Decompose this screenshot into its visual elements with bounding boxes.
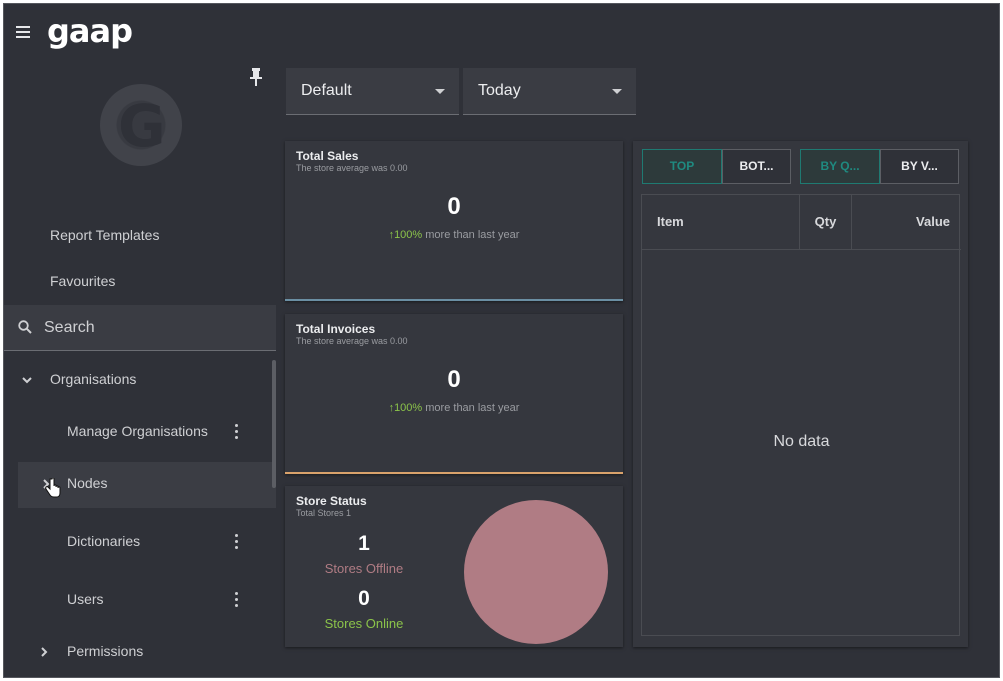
pin-icon[interactable] xyxy=(249,68,263,86)
more-vert-icon[interactable] xyxy=(232,534,240,552)
card-title: Total Invoices xyxy=(296,322,376,336)
by-value-toggle-button[interactable]: BY V... xyxy=(880,149,959,184)
sidebar-item-label: Organisations xyxy=(50,371,137,387)
app-window: gaap G Report Templates Favourites Searc… xyxy=(3,3,1000,678)
profile-select[interactable]: Default xyxy=(286,68,459,115)
total-invoices-value: 0 xyxy=(447,366,461,393)
sidebar-item-favourites[interactable]: Favourites xyxy=(50,273,115,289)
card-accent-line xyxy=(285,472,623,474)
stores-online-count: 0 xyxy=(358,587,370,610)
more-vert-icon[interactable] xyxy=(232,592,240,610)
column-header-item[interactable]: Item xyxy=(657,195,797,250)
dropdown-caret-icon xyxy=(435,89,445,94)
trend-text: more than last year xyxy=(425,229,520,241)
total-sales-value: 0 xyxy=(447,193,461,220)
dropdown-caret-icon xyxy=(612,89,622,94)
sidebar-item-users[interactable]: Users xyxy=(4,578,270,624)
bottom-toggle-button[interactable]: BOT... xyxy=(722,149,791,184)
column-header-qty[interactable]: Qty xyxy=(800,195,851,250)
column-header-value[interactable]: Value xyxy=(852,195,950,250)
stores-online-label: Stores Online xyxy=(324,616,404,631)
trend-percent: 100% xyxy=(394,229,423,241)
trend-percent: 100% xyxy=(394,402,423,414)
sidebar-item-label: Permissions xyxy=(67,643,144,659)
store-status-card: Store Status Total Stores 1 1 Stores Off… xyxy=(285,486,623,647)
stores-offline-label: Stores Offline xyxy=(324,561,404,576)
stores-offline-count: 1 xyxy=(358,532,370,555)
ranking-panel: TOP BOT... BY Q... BY V... Item Qty Valu… xyxy=(633,141,968,647)
period-select[interactable]: Today xyxy=(463,68,636,115)
chevron-down-icon xyxy=(22,377,32,384)
empty-state-text: No data xyxy=(773,433,830,450)
card-subtitle: The store average was 0.00 xyxy=(296,336,408,346)
pie-slice-offline xyxy=(464,500,608,644)
card-accent-line xyxy=(285,299,623,301)
total-sales-card: Total Sales The store average was 0.00 0… xyxy=(285,141,623,301)
sidebar-item-label: Nodes xyxy=(67,475,108,491)
chevron-right-icon xyxy=(41,647,48,657)
organisation-logo: G xyxy=(100,84,182,166)
sidebar-item-manage-organisations[interactable]: Manage Organisations xyxy=(4,410,270,456)
sidebar-item-label: Users xyxy=(67,591,104,607)
trend-indicator: ↑100% more than last year xyxy=(285,402,623,414)
card-title: Total Sales xyxy=(296,149,359,163)
trend-indicator: ↑100% more than last year xyxy=(285,229,623,241)
more-vert-icon[interactable] xyxy=(232,424,240,442)
card-title: Store Status xyxy=(296,494,367,508)
sidebar-item-label: Manage Organisations xyxy=(67,423,208,439)
pointer-cursor-icon xyxy=(45,478,61,498)
menu-icon[interactable] xyxy=(16,26,30,38)
period-select-value: Today xyxy=(478,82,521,99)
search-input[interactable]: Search xyxy=(4,305,276,351)
profile-select-value: Default xyxy=(301,82,352,99)
total-invoices-card: Total Invoices The store average was 0.0… xyxy=(285,314,623,474)
search-label: Search xyxy=(44,319,95,336)
ranking-table: Item Qty Value No data xyxy=(641,194,961,636)
sidebar-item-label: Dictionaries xyxy=(67,533,141,549)
card-subtitle: Total Stores 1 xyxy=(296,508,352,518)
sidebar-item-report-templates[interactable]: Report Templates xyxy=(50,227,159,243)
store-status-pie-chart xyxy=(464,500,608,644)
search-icon xyxy=(18,320,32,334)
sidebar-item-organisations[interactable]: Organisations xyxy=(4,358,270,404)
top-toggle-button[interactable]: TOP xyxy=(642,149,722,184)
trend-text: more than last year xyxy=(425,402,520,414)
sidebar-item-permissions[interactable]: Permissions xyxy=(4,630,270,676)
sidebar-item-dictionaries[interactable]: Dictionaries xyxy=(4,520,270,566)
sidebar-scrollbar[interactable] xyxy=(272,360,276,488)
by-quantity-toggle-button[interactable]: BY Q... xyxy=(800,149,880,184)
brand-logo: gaap xyxy=(47,12,133,50)
sidebar-item-nodes[interactable]: Nodes xyxy=(18,462,276,508)
card-subtitle: The store average was 0.00 xyxy=(296,163,408,173)
